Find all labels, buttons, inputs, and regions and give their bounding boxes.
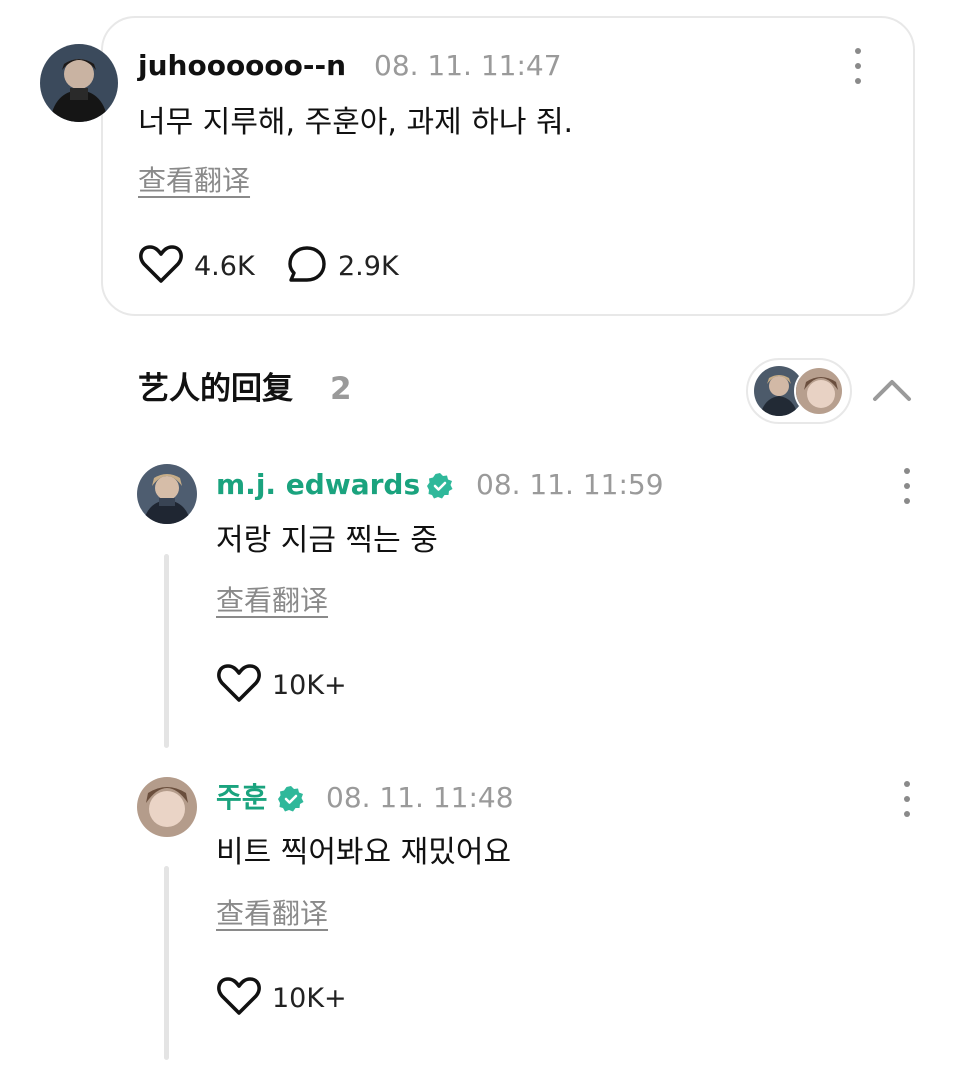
heart-outline-icon [138,244,184,288]
post-comment-button[interactable]: 2.9K [286,246,399,286]
heart-outline-icon [216,976,262,1020]
reply-avatar-1[interactable] [137,464,197,524]
reply-translate-link-2[interactable]: 查看翻译 [216,900,328,928]
reply-like-button-2[interactable]: 10K+ [216,976,347,1020]
verified-badge-icon [426,472,454,504]
reply-username-1[interactable]: m.j. edwards [216,471,420,499]
post-author-username[interactable]: juhoooooo--n [138,52,346,80]
reply-timestamp-2: 08. 11. 11:48 [326,781,514,814]
artist-avatar-stack[interactable] [746,358,852,424]
reply-thread-line-2 [164,866,169,1060]
post-translate-link[interactable]: 查看翻译 [138,167,250,195]
reply-username-2[interactable]: 주훈 [216,784,268,812]
reply-like-count-1: 10K+ [272,669,347,701]
reply-timestamp-1: 08. 11. 11:59 [476,468,664,501]
post-author-avatar[interactable] [40,44,118,122]
post-like-button[interactable]: 4.6K [138,244,255,288]
post-more-button[interactable] [848,48,868,84]
artist-avatar-small-2 [794,366,844,416]
reply-like-count-2: 10K+ [272,982,347,1014]
artist-replies-count: 2 [330,371,352,407]
post-like-count: 4.6K [194,250,255,282]
reply-like-button-1[interactable]: 10K+ [216,663,347,707]
artist-replies-title: 艺人的回复 [138,371,293,407]
heart-outline-icon [216,663,262,707]
reply-translate-link-1[interactable]: 查看翻译 [216,587,328,615]
post-comment-count: 2.9K [338,250,399,282]
reply-text-1: 저랑 지금 찍는 중 [216,523,438,558]
reply-more-button-2[interactable] [897,781,917,817]
reply-avatar-2[interactable] [137,777,197,837]
speech-bubble-icon [286,244,328,288]
chevron-up-icon[interactable] [870,372,914,408]
reply-thread-line-1 [164,554,169,748]
post-text: 너무 지루해, 주훈아, 과제 하나 줘. [138,105,574,140]
reply-text-2: 비트 찍어봐요 재밌어요 [216,835,512,870]
reply-more-button-1[interactable] [897,468,917,504]
post-timestamp: 08. 11. 11:47 [374,49,562,82]
verified-badge-icon [277,785,305,817]
